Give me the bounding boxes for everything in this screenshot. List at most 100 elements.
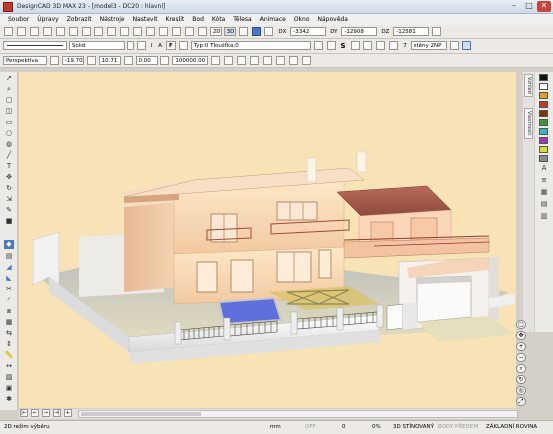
view-top-icon[interactable] <box>211 56 221 65</box>
offset-icon[interactable]: ⧈ <box>4 307 14 316</box>
view-3d-button[interactable]: 3D <box>223 27 236 36</box>
print-icon[interactable] <box>42 27 52 36</box>
move-tool-icon[interactable]: ✥ <box>4 173 14 182</box>
array-icon[interactable]: ▦ <box>4 318 14 327</box>
redraw-icon[interactable] <box>197 27 207 36</box>
add-page-button[interactable]: + <box>63 409 72 417</box>
menu-okno[interactable]: Okno <box>290 16 314 23</box>
cube-icon[interactable]: ◫ <box>4 107 14 116</box>
menu-nastroje[interactable]: Nástroje <box>96 16 129 23</box>
color-swatch[interactable] <box>539 74 548 81</box>
circle-icon[interactable]: ○ <box>4 129 14 138</box>
align-icon[interactable]: ≡ <box>539 176 549 185</box>
zoom-out-icon[interactable] <box>146 27 156 36</box>
font-button[interactable]: F <box>165 41 176 50</box>
tab-vzhled[interactable]: Vzhled <box>524 74 533 97</box>
menu-animace[interactable]: Animace <box>256 16 290 23</box>
measure-icon[interactable]: 📏 <box>4 351 14 360</box>
drawing-viewport[interactable] <box>19 72 516 408</box>
pattern-icon[interactable]: ▤ <box>539 200 549 209</box>
status-view-front[interactable]: BODY PŘEDEM <box>438 424 478 430</box>
color-swatch[interactable] <box>539 83 548 90</box>
horizontal-scrollbar[interactable] <box>78 410 518 418</box>
color-dropdown-icon[interactable] <box>389 41 399 50</box>
cut-icon[interactable] <box>55 27 65 36</box>
font-type-field[interactable]: Typ:0 Tloušťka:0 <box>190 41 311 50</box>
dimension-icon[interactable]: ↔ <box>4 362 14 371</box>
pen-tool-icon[interactable]: ✎ <box>4 206 14 215</box>
paste-icon[interactable] <box>81 27 91 36</box>
maximize-button[interactable]: □ <box>522 1 536 12</box>
prev-page-button[interactable]: ← <box>30 409 39 417</box>
layers-icon[interactable] <box>251 27 261 36</box>
menu-nastavit[interactable]: Nastavit <box>129 16 162 23</box>
pan-icon[interactable] <box>184 27 194 36</box>
stretch-icon[interactable]: ⇕ <box>4 340 14 349</box>
azimuth-field[interactable]: -19.70 <box>61 56 84 65</box>
view-iso-icon[interactable] <box>250 56 260 65</box>
line-width-icon[interactable] <box>136 41 146 50</box>
block-icon[interactable]: ▣ <box>4 384 14 393</box>
distance-field[interactable]: 100000.00 <box>172 56 209 65</box>
menu-telesa[interactable]: Tělesa <box>229 16 256 23</box>
save-icon[interactable] <box>29 27 39 36</box>
pen-icon[interactable] <box>313 41 323 50</box>
wall-icon[interactable]: ▤ <box>4 252 14 261</box>
box-icon[interactable]: ▢ <box>4 96 14 105</box>
elevation-icon[interactable] <box>86 56 96 65</box>
color-fill-icon[interactable]: ■ <box>4 217 14 226</box>
hatch-icon[interactable] <box>350 41 360 50</box>
layer-settings-icon[interactable] <box>449 41 459 50</box>
color-swatch[interactable] <box>539 137 548 144</box>
view-box-icon[interactable]: ▢ <box>516 320 526 329</box>
dy-field[interactable]: -12908 <box>341 27 378 36</box>
dx-field[interactable]: -3342 <box>290 27 327 36</box>
select-arrow-icon[interactable]: ➚ <box>4 74 14 83</box>
extrude-icon[interactable]: ◣ <box>4 274 14 283</box>
view-zoom-in-icon[interactable]: + <box>516 342 526 351</box>
snap-icon[interactable] <box>264 27 274 36</box>
fillet-icon[interactable]: ◜ <box>4 296 14 305</box>
palette-icon[interactable] <box>376 41 386 50</box>
view-fit-icon[interactable]: ⤢ <box>516 397 526 406</box>
menu-kreslit[interactable]: Kreslit <box>162 16 189 23</box>
grid-settings-icon[interactable]: ▦ <box>539 188 549 197</box>
view-side-icon[interactable] <box>237 56 247 65</box>
dz-field[interactable]: -12581 <box>393 27 430 36</box>
tab-vlastnosti[interactable]: Vlastnosti <box>524 108 533 139</box>
view-2d-button[interactable]: 2D <box>209 27 222 36</box>
view-orbit-icon[interactable]: ◎ <box>516 386 526 395</box>
redo-icon[interactable] <box>107 27 117 36</box>
copy-icon[interactable] <box>68 27 78 36</box>
layer-select[interactable]: stěny 2NP <box>410 41 447 50</box>
color-swatch[interactable] <box>539 119 548 126</box>
color-swatch[interactable] <box>539 92 548 99</box>
flip-icon[interactable] <box>326 41 336 50</box>
grid-icon[interactable] <box>238 27 248 36</box>
status-shading[interactable]: 3D STÍNOVANÝ <box>393 424 434 430</box>
color-swatch[interactable] <box>539 101 548 108</box>
open-file-icon[interactable] <box>16 27 26 36</box>
minimize-button[interactable]: – <box>507 1 521 12</box>
menu-bod[interactable]: Bod <box>188 16 208 23</box>
projection-select[interactable]: Perspektiva <box>3 56 47 65</box>
move-icon[interactable] <box>120 27 130 36</box>
font-a-icon[interactable]: A <box>539 164 549 173</box>
light-bulb-icon[interactable] <box>363 41 373 50</box>
zoom-in-icon[interactable] <box>133 27 143 36</box>
scroll-thumb[interactable] <box>81 412 201 416</box>
view-back-icon[interactable] <box>262 56 272 65</box>
last-page-button[interactable]: →| <box>52 409 61 417</box>
italic-button[interactable]: I <box>151 43 153 49</box>
menu-soubor[interactable]: Soubor <box>4 16 33 23</box>
solids-icon[interactable]: ◆ <box>4 240 14 249</box>
elevation-field[interactable]: 10.71 <box>98 56 121 65</box>
view-pan-icon[interactable]: ✥ <box>516 331 526 340</box>
color-swatch[interactable] <box>539 155 548 162</box>
status-plane[interactable]: ZÁKLADNÍ ROVINA <box>486 424 537 430</box>
cylinder-icon[interactable]: ▭ <box>4 118 14 127</box>
menu-kota[interactable]: Kóta <box>208 16 229 23</box>
line-style-select[interactable]: Solid <box>68 41 125 50</box>
view-rotate-icon[interactable]: ↻ <box>516 375 526 384</box>
zoom-icon[interactable]: ⌕ <box>4 85 14 94</box>
